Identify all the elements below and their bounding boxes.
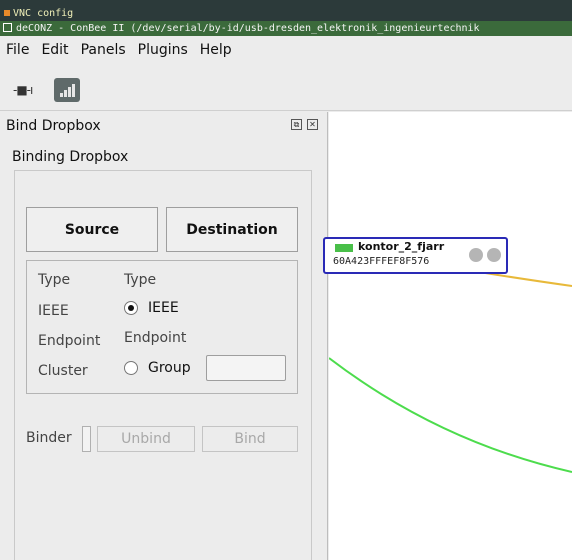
float-panel-icon[interactable]: ⧉ [291,119,302,130]
group-title: Binding Dropbox [12,149,129,165]
source-type-label: Type [38,272,71,288]
window-title-bar[interactable]: deCONZ - ConBee II (/dev/serial/by-id/us… [0,21,572,36]
destination-ieee-label: IEEE [148,300,179,316]
ieee-radio[interactable] [124,301,138,315]
vnc-title: VNC config [13,8,74,19]
vnc-top-bar [0,0,572,7]
menu-panels[interactable]: Panels [81,42,126,58]
menu-file[interactable]: File [6,42,29,58]
window-title: deCONZ - ConBee II (/dev/serial/by-id/us… [16,23,480,34]
binder-label: Binder [26,430,72,446]
binder-indicator [82,426,91,452]
plug-icon[interactable]: -■-ı [13,83,33,97]
menu-help[interactable]: Help [200,42,232,58]
endpoint-dot-icon[interactable] [487,248,501,262]
signal-bars-icon[interactable] [54,78,80,102]
close-panel-icon[interactable]: ✕ [307,119,318,130]
link-line-green [329,357,572,473]
destination-group-label: Group [148,360,191,376]
source-button[interactable]: Source [26,207,158,252]
endpoint-dot-icon[interactable] [469,248,483,262]
group-radio[interactable] [124,361,138,375]
link-line-yellow [478,271,572,287]
unbind-button[interactable]: Unbind [97,426,195,452]
group-address-input[interactable] [206,355,286,381]
node-name: kontor_2_fjarr [358,240,445,253]
menu-edit[interactable]: Edit [41,42,68,58]
panel-title: Bind Dropbox [6,118,101,134]
network-node[interactable]: kontor_2_fjarr 60A423FFFEF8F576 [323,237,508,274]
node-address: 60A423FFFEF8F576 [333,256,430,267]
bind-button[interactable]: Bind [202,426,298,452]
source-ieee-label: IEEE [38,303,69,319]
network-links [329,271,572,473]
window-menu-icon[interactable] [3,23,12,32]
menubar: File Edit Panels Plugins Help [0,36,572,64]
source-cluster-label: Cluster [38,363,88,379]
network-canvas[interactable] [329,112,572,560]
toolbar [0,64,572,111]
source-endpoint-label: Endpoint [38,333,101,349]
vnc-title-bar: VNC config [0,7,572,21]
destination-endpoint-label: Endpoint [124,330,187,346]
vnc-flag-icon [4,10,10,16]
node-status-bar [335,244,353,252]
menu-plugins[interactable]: Plugins [138,42,188,58]
destination-button[interactable]: Destination [166,207,298,252]
destination-type-label: Type [124,272,157,288]
